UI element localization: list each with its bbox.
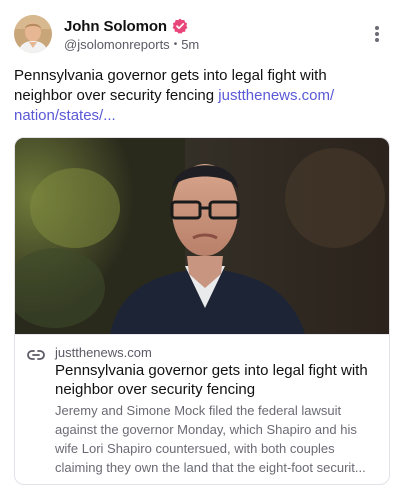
card-domain: justthenews.com bbox=[55, 345, 152, 360]
post-link-part1: justthenews.com/ bbox=[218, 87, 335, 104]
card-info: justthenews.com Pennsylvania governor ge… bbox=[15, 334, 389, 484]
author-meta: @jsolomonreports • 5m bbox=[64, 37, 199, 52]
author-name-row: John Solomon bbox=[64, 16, 199, 36]
card-description: Jeremy and Simone Mock filed the federal… bbox=[55, 401, 377, 477]
card-description-line: claiming they own the land that the eigh… bbox=[55, 460, 366, 475]
card-description-line: wife Lori Shapiro countersued, with both… bbox=[55, 441, 335, 456]
card-description-line: Jeremy and Simone Mock filed the federal… bbox=[55, 403, 342, 418]
avatar[interactable] bbox=[14, 15, 52, 53]
card-title[interactable]: Pennsylvania governor gets into legal fi… bbox=[55, 361, 375, 399]
post-text: Pennsylvania governor gets into legal fi… bbox=[14, 66, 384, 126]
link-icon bbox=[27, 348, 45, 360]
post-link-part2: nation/states/... bbox=[14, 107, 116, 124]
link-preview-card[interactable]: justthenews.com Pennsylvania governor ge… bbox=[14, 137, 390, 485]
post-timestamp[interactable]: 5m bbox=[181, 37, 199, 52]
card-image[interactable] bbox=[15, 138, 389, 334]
post-header: John Solomon @jsolomonreports • 5m bbox=[14, 14, 390, 54]
author-block: John Solomon @jsolomonreports • 5m bbox=[64, 16, 199, 53]
author-handle[interactable]: @jsolomonreports bbox=[64, 37, 170, 52]
post: John Solomon @jsolomonreports • 5m Penns… bbox=[0, 0, 404, 500]
separator-dot: • bbox=[173, 39, 178, 50]
author-name[interactable]: John Solomon bbox=[64, 18, 167, 35]
more-vertical-icon[interactable] bbox=[370, 24, 384, 44]
card-description-line: against the governor Monday, which Shapi… bbox=[55, 422, 357, 437]
verified-badge-icon bbox=[172, 18, 188, 34]
